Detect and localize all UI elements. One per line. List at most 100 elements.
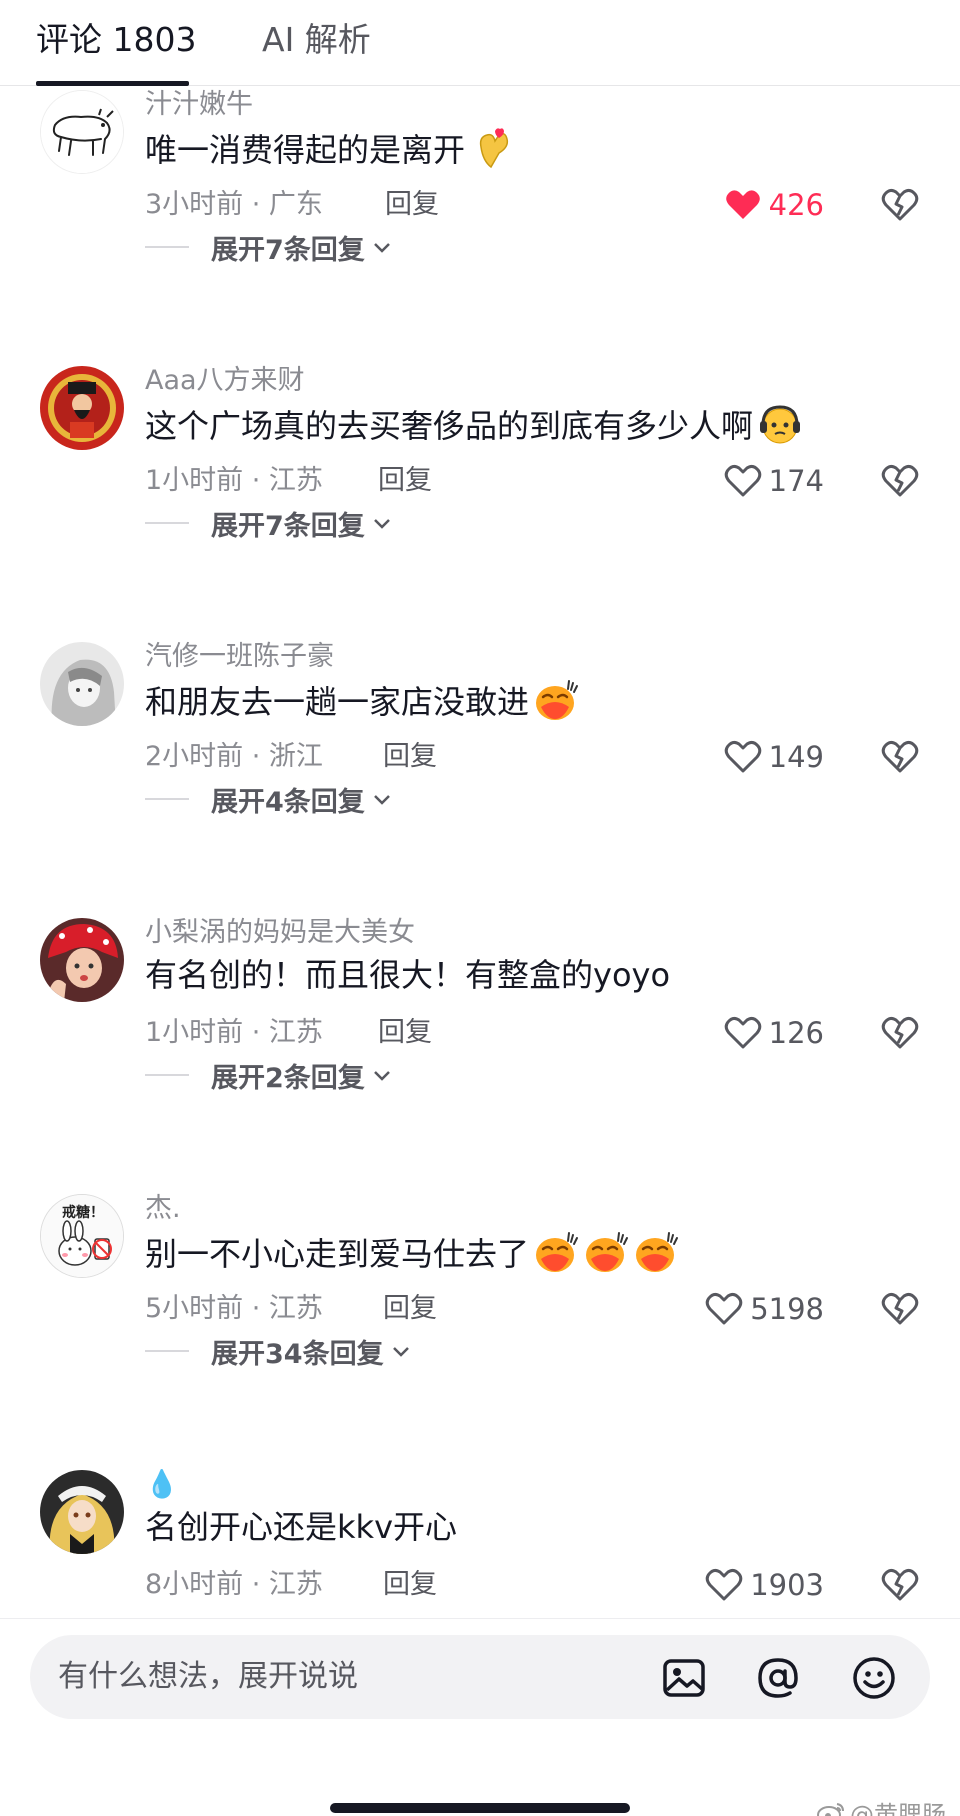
like-button[interactable]: 174 bbox=[723, 461, 824, 501]
comment-item: 戒糖！ 杰. 别一不小心走到爱马仕去了 5小时前 · 江苏 回复 5198 展开… bbox=[0, 1191, 960, 1467]
comment-text: 这个广场真的去买奢侈品的到底有多少人啊 bbox=[145, 401, 803, 448]
chevron-down-icon bbox=[373, 1071, 390, 1081]
bunny-sticker-avatar-icon: 戒糖！ bbox=[41, 1195, 123, 1277]
heart-outline-icon bbox=[705, 1568, 743, 1601]
like-count: 126 bbox=[768, 1016, 824, 1050]
comment-time-location: 2小时前 · 浙江 bbox=[145, 741, 323, 772]
blushing-face-emoji bbox=[536, 1232, 579, 1272]
like-button[interactable]: 426 bbox=[723, 185, 824, 225]
reply-button[interactable]: 回复 bbox=[378, 1015, 432, 1051]
comment-text: 名创开心还是kkv开心 bbox=[145, 1505, 457, 1549]
avatar[interactable] bbox=[40, 366, 124, 450]
comment-username[interactable]: 汽修一班陈子豪 bbox=[145, 639, 334, 675]
avatar[interactable] bbox=[40, 918, 124, 1002]
chevron-down-icon bbox=[373, 243, 390, 253]
like-count: 5198 bbox=[750, 1292, 824, 1326]
expand-replies-button[interactable]: 展开34条回复 bbox=[145, 1331, 412, 1371]
dislike-broken-heart-icon[interactable] bbox=[880, 461, 920, 501]
avatar-sticker-text: 戒糖！ bbox=[62, 1204, 104, 1221]
headphones-face-emoji bbox=[760, 405, 801, 444]
comment-item: 💧 名创开心还是kkv开心 8小时前 · 江苏 回复 1903 bbox=[0, 1467, 960, 1617]
comment-text: 和朋友去一趟一家店没敢进 bbox=[145, 677, 579, 724]
like-button[interactable]: 5198 bbox=[704, 1289, 824, 1329]
reply-button[interactable]: 回复 bbox=[378, 463, 432, 499]
comment-item: Aaa八方来财 这个广场真的去买奢侈品的到底有多少人啊 1小时前 · 江苏 回复… bbox=[0, 363, 960, 639]
blushing-face-emoji bbox=[536, 680, 579, 720]
weibo-watermark: @黄腮肠 bbox=[816, 1795, 946, 1816]
comment-text-content: 这个广场真的去买奢侈品的到底有多少人啊 bbox=[145, 407, 754, 445]
comment-list[interactable]: 汁汁嫩牛 唯一消费得起的是离开 3小时前 · 广东 回复 426 展开7条回复 bbox=[0, 87, 960, 1617]
child-photo-avatar-icon bbox=[40, 918, 124, 1002]
blushing-face-emoji bbox=[636, 1232, 679, 1272]
divider-line bbox=[145, 798, 189, 800]
comment-input-placeholder: 有什么想法，展开说说 bbox=[58, 1659, 358, 1694]
expand-replies-button[interactable]: 展开4条回复 bbox=[145, 779, 393, 819]
comment-username[interactable]: 汁汁嫩牛 bbox=[145, 87, 253, 123]
expand-replies-label: 展开4条回复 bbox=[211, 786, 365, 818]
weibo-logo-icon bbox=[817, 1802, 844, 1816]
like-button[interactable]: 126 bbox=[723, 1013, 824, 1053]
divider-line bbox=[145, 1350, 189, 1352]
expand-replies-button[interactable]: 展开2条回复 bbox=[145, 1055, 393, 1095]
comment-text-content: 有名创的！而且很大！有整盒的yoyo bbox=[145, 956, 671, 994]
tab-bar: 评论 1803 AI 解析 bbox=[0, 0, 960, 86]
blushing-face-emoji bbox=[586, 1232, 629, 1272]
comment-username[interactable]: Aaa八方来财 bbox=[145, 363, 305, 399]
chevron-down-icon bbox=[373, 519, 390, 529]
heart-outline-icon bbox=[724, 740, 761, 773]
avatar[interactable] bbox=[40, 642, 124, 726]
like-button[interactable]: 149 bbox=[723, 737, 824, 777]
comment-time-location: 3小时前 · 广东 bbox=[145, 189, 323, 220]
dislike-broken-heart-icon[interactable] bbox=[880, 185, 920, 225]
mention-at-icon[interactable] bbox=[754, 1654, 802, 1702]
like-count: 426 bbox=[768, 188, 824, 222]
heart-outline-icon bbox=[724, 464, 761, 497]
emoji-smile-icon[interactable] bbox=[850, 1654, 898, 1702]
like-count: 149 bbox=[768, 740, 824, 774]
dislike-broken-heart-icon[interactable] bbox=[880, 1013, 920, 1053]
reply-button[interactable]: 回复 bbox=[383, 739, 437, 775]
comment-text: 别一不小心走到爱马仕去了 bbox=[145, 1229, 679, 1276]
anime-girl-bw-avatar-icon bbox=[40, 642, 124, 726]
avatar[interactable]: 戒糖！ bbox=[40, 1194, 124, 1278]
reply-button[interactable]: 回复 bbox=[385, 187, 439, 223]
like-button[interactable]: 1903 bbox=[704, 1565, 824, 1605]
comment-time-location: 1小时前 · 江苏 bbox=[145, 1017, 323, 1048]
dislike-broken-heart-icon[interactable] bbox=[880, 1565, 920, 1605]
comment-username[interactable]: 小梨涡的妈妈是大美女 bbox=[145, 915, 415, 951]
comment-item: 小梨涡的妈妈是大美女 有名创的！而且很大！有整盒的yoyo 1小时前 · 江苏 … bbox=[0, 915, 960, 1191]
cow-doodle-avatar-icon bbox=[41, 91, 123, 173]
chevron-down-icon bbox=[373, 795, 390, 805]
comment-username[interactable]: 💧 bbox=[145, 1467, 179, 1503]
expand-replies-button[interactable]: 展开7条回复 bbox=[145, 227, 393, 267]
heart-filled-icon bbox=[725, 190, 760, 219]
comment-item: 汁汁嫩牛 唯一消费得起的是离开 3小时前 · 广东 回复 426 展开7条回复 bbox=[0, 87, 960, 363]
dislike-broken-heart-icon[interactable] bbox=[880, 737, 920, 777]
comment-time-location: 5小时前 · 江苏 bbox=[145, 1293, 323, 1324]
tab-ai-analysis[interactable]: AI 解析 bbox=[262, 18, 371, 62]
finger-heart-emoji bbox=[479, 128, 509, 169]
comment-time-location: 1小时前 · 江苏 bbox=[145, 465, 323, 496]
expand-replies-label: 展开2条回复 bbox=[211, 1062, 365, 1094]
comment-text-content: 名创开心还是kkv开心 bbox=[145, 1508, 458, 1546]
comment-input-bar: 有什么想法，展开说说 @黄腮肠 bbox=[0, 1618, 960, 1816]
tab-comments[interactable]: 评论 1803 bbox=[36, 18, 196, 62]
divider-line bbox=[145, 522, 189, 524]
expand-replies-label: 展开34条回复 bbox=[211, 1338, 384, 1370]
image-icon[interactable] bbox=[660, 1654, 708, 1702]
avatar[interactable] bbox=[40, 90, 124, 174]
comment-username[interactable]: 杰. bbox=[145, 1191, 181, 1227]
expand-replies-button[interactable]: 展开7条回复 bbox=[145, 503, 393, 543]
comment-text-content: 和朋友去一趟一家店没敢进 bbox=[145, 683, 530, 721]
active-tab-indicator bbox=[36, 81, 189, 86]
reply-button[interactable]: 回复 bbox=[383, 1291, 437, 1327]
comment-input[interactable]: 有什么想法，展开说说 bbox=[30, 1635, 930, 1719]
heart-outline-icon bbox=[705, 1292, 743, 1325]
divider-line bbox=[145, 246, 189, 248]
avatar[interactable] bbox=[40, 1470, 124, 1554]
reply-button[interactable]: 回复 bbox=[383, 1567, 437, 1603]
comment-text: 有名创的！而且很大！有整盒的yoyo bbox=[145, 953, 670, 997]
chevron-down-icon bbox=[392, 1347, 409, 1357]
expand-replies-label: 展开7条回复 bbox=[211, 510, 365, 542]
dislike-broken-heart-icon[interactable] bbox=[880, 1289, 920, 1329]
